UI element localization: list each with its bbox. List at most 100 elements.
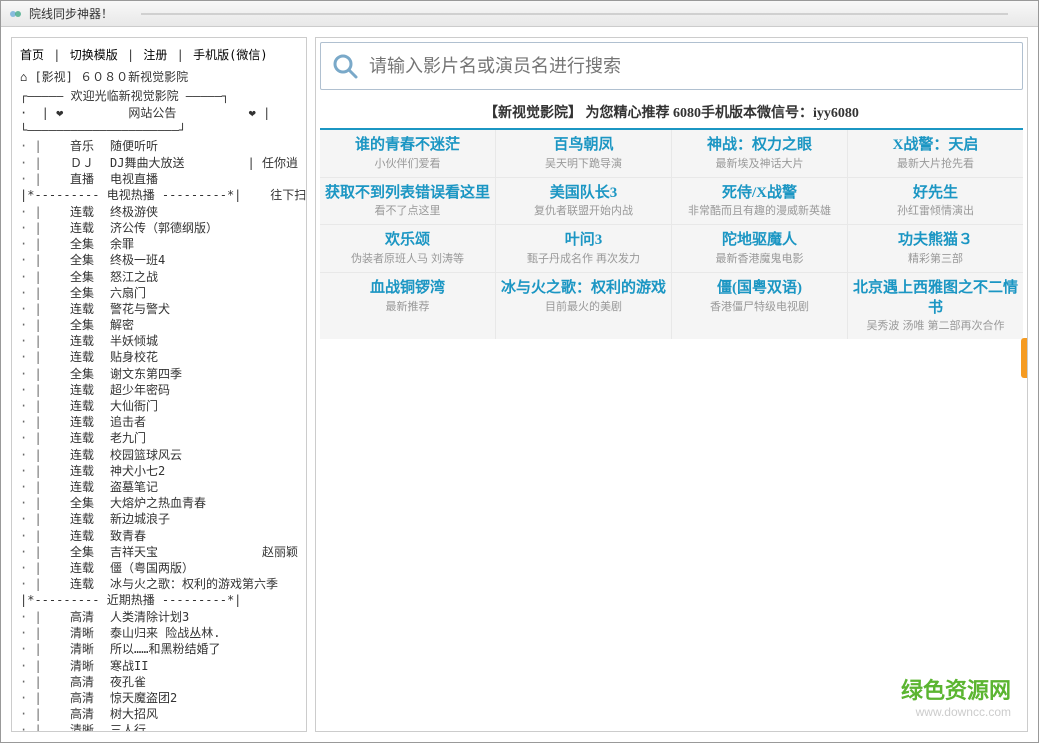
watermark-name: 绿色资源网: [901, 673, 1011, 705]
nav-home[interactable]: 首页: [20, 48, 44, 62]
tv-item-row[interactable]: · |连载 老九门: [20, 430, 298, 446]
recommend-cell[interactable]: 好先生孙红雷倾情演出: [848, 178, 1023, 225]
nav-row: 首页 | 切换模版 | 注册 | 手机版(微信): [20, 46, 298, 64]
tv-item-tag: 连载: [70, 204, 110, 220]
tv-item-tag: 连载: [70, 528, 110, 544]
tv-item-row[interactable]: · |连载 终极游侠: [20, 204, 298, 220]
recommend-cell[interactable]: 美国队长3复仇者联盟开始内战: [496, 178, 671, 225]
search-icon[interactable]: [331, 52, 359, 80]
recommend-cell[interactable]: X战警：天启最新大片抢先看: [848, 130, 1023, 177]
tv-item-row[interactable]: · |连载 半妖倾城: [20, 333, 298, 349]
tv-item-title: 新边城浪子: [110, 511, 298, 527]
quicklink-tag: 音乐: [70, 138, 110, 154]
recommend-cell[interactable]: 血战铜锣湾最新推荐: [320, 273, 495, 339]
nav-register[interactable]: 注册: [143, 48, 167, 62]
tv-item-row[interactable]: · |全集 吉祥天宝赵丽颖: [20, 544, 298, 560]
recommend-cell[interactable]: 叶问3甄子丹成名作 再次发力: [496, 225, 671, 272]
tv-item-row[interactable]: · |全集 解密: [20, 317, 298, 333]
tv-item-title: 解密: [110, 317, 298, 333]
recommend-cell[interactable]: 陀地驱魔人最新香港魔鬼电影: [672, 225, 847, 272]
quicklink-row[interactable]: · |音乐 随便听听: [20, 138, 298, 154]
app-window: 院线同步神器！ 首页 | 切换模版 | 注册 | 手机版(微信) ⌂ [影视] …: [0, 0, 1039, 743]
recent-item-row[interactable]: · |高清 惊天魔盗团2: [20, 690, 298, 706]
tv-item-row[interactable]: · |连载 贴身校花: [20, 349, 298, 365]
recent-item-row[interactable]: · |高清 夜孔雀: [20, 674, 298, 690]
tv-item-row[interactable]: · |连载 警花与警犬: [20, 301, 298, 317]
recommend-title: 陀地驱魔人: [676, 231, 843, 251]
tv-item-title: 怒江之战: [110, 269, 298, 285]
tv-item-tag: 全集: [70, 252, 110, 268]
tv-item-title: 吉祥天宝: [110, 544, 262, 560]
recommend-grid: 谁的青春不迷茫小伙伴们爱看百鸟朝凤吴天明下跪导演神战：权力之眼最新埃及神话大片X…: [320, 130, 1023, 339]
quicklink-title: DJ舞曲大放送: [110, 155, 248, 171]
tv-item-row[interactable]: · |连载 济公传（郭德纲版）: [20, 220, 298, 236]
ascii-header-line: └—————————————————————┘: [20, 122, 298, 139]
tv-item-row[interactable]: · |连载 致青春: [20, 528, 298, 544]
tv-item-row[interactable]: · |连载 追击者: [20, 414, 298, 430]
tv-item-row[interactable]: · |连载 盗墓笔记: [20, 479, 298, 495]
tv-item-title: 盗墓笔记: [110, 479, 298, 495]
tv-item-tag: 连载: [70, 463, 110, 479]
recent-item-row[interactable]: · |清晰 三人行: [20, 722, 298, 732]
sidebar: 首页 | 切换模版 | 注册 | 手机版(微信) ⌂ [影视] ６０８０新视觉影…: [11, 37, 307, 732]
tv-item-row[interactable]: · |连载 冰与火之歌：权利的游戏第六季: [20, 576, 298, 592]
tv-item-row[interactable]: · |连载 超少年密码: [20, 382, 298, 398]
recommend-cell[interactable]: 欢乐颂伪装者原班人马 刘涛等: [320, 225, 495, 272]
tv-item-row[interactable]: · |连载 僵（粤国两版）: [20, 560, 298, 576]
tv-item-row[interactable]: · |全集 终极一班4: [20, 252, 298, 268]
tv-item-title: 余罪: [110, 236, 298, 252]
tv-item-row[interactable]: · |连载 校园篮球风云: [20, 447, 298, 463]
recent-item-tag: 高清: [70, 674, 110, 690]
tv-item-row[interactable]: · |全集 怒江之战: [20, 269, 298, 285]
recent-item-row[interactable]: · |高清 树大招风: [20, 706, 298, 722]
recommend-cell[interactable]: 百鸟朝凤吴天明下跪导演: [496, 130, 671, 177]
quicklink-tag: ＤＪ: [70, 155, 110, 171]
tv-item-row[interactable]: · |全集 谢文东第四季: [20, 366, 298, 382]
recommend-subtitle: 最新推荐: [324, 301, 491, 314]
recent-item-row[interactable]: · |高清 人类清除计划3: [20, 609, 298, 625]
side-tab[interactable]: [1021, 338, 1027, 378]
recommend-subtitle: 目前最火的美剧: [500, 301, 667, 314]
nav-switch[interactable]: 切换模版: [70, 48, 118, 62]
recommend-cell[interactable]: 功夫熊猫３精彩第三部: [848, 225, 1023, 272]
tv-item-row[interactable]: · |全集 余罪: [20, 236, 298, 252]
quicklink-row[interactable]: · |ＤＪ DJ舞曲大放送| 任你逍: [20, 155, 298, 171]
recent-item-row[interactable]: · |清晰 寒战II: [20, 658, 298, 674]
recommend-banner: 【新视觉影院】 为您精心推荐 6080手机版本微信号：iyy6080: [320, 94, 1023, 130]
tv-item-row[interactable]: · |连载 神犬小七2: [20, 463, 298, 479]
quicklink-row[interactable]: · |直播 电视直播: [20, 171, 298, 187]
recommend-cell[interactable]: 冰与火之歌：权利的游戏目前最火的美剧: [496, 273, 671, 339]
recommend-title: 美国队长3: [500, 184, 667, 204]
recent-item-row[interactable]: · |清晰 泰山归来 险战丛林.: [20, 625, 298, 641]
recommend-cell[interactable]: 北京遇上西雅图之不二情书吴秀波 汤唯 第二部再次合作: [848, 273, 1023, 339]
recommend-title: 死侍/X战警: [676, 184, 843, 204]
recommend-cell[interactable]: 谁的青春不迷茫小伙伴们爱看: [320, 130, 495, 177]
recommend-title: X战警：天启: [852, 136, 1019, 156]
tv-item-title: 济公传（郭德纲版）: [110, 220, 298, 236]
recent-item-tag: 高清: [70, 690, 110, 706]
recommend-title: 神战：权力之眼: [676, 136, 843, 156]
tv-item-row[interactable]: · |连载 大仙衙门: [20, 398, 298, 414]
recent-item-tag: 清晰: [70, 722, 110, 732]
tv-item-row[interactable]: · |全集 六扇门: [20, 285, 298, 301]
watermark-url: www.downcc.com: [901, 705, 1011, 719]
search-bar: [320, 42, 1023, 90]
tv-item-row[interactable]: · |全集 大熔炉之热血青春: [20, 495, 298, 511]
section-tv-header: |*--------- 电视热播 ---------*| 往下扫: [20, 187, 298, 204]
recommend-cell[interactable]: 获取不到列表错误看这里看不了点这里: [320, 178, 495, 225]
tv-item-tag: 连载: [70, 414, 110, 430]
recent-item-row[interactable]: · |清晰 所以……和黑粉结婚了: [20, 641, 298, 657]
recent-item-tag: 清晰: [70, 625, 110, 641]
recent-item-tag: 清晰: [70, 641, 110, 657]
tv-item-tag: 连载: [70, 333, 110, 349]
tv-item-title: 半妖倾城: [110, 333, 298, 349]
nav-mobile[interactable]: 手机版(微信): [193, 48, 267, 62]
recommend-cell[interactable]: 神战：权力之眼最新埃及神话大片: [672, 130, 847, 177]
window-title: 院线同步神器！: [29, 5, 113, 22]
tv-item-row[interactable]: · |连载 新边城浪子: [20, 511, 298, 527]
recommend-cell[interactable]: 僵(国粤双语)香港僵尸特级电视剧: [672, 273, 847, 339]
app-icon: [9, 7, 23, 21]
recommend-cell[interactable]: 死侍/X战警非常酷而且有趣的漫威新英雄: [672, 178, 847, 225]
recent-item-title: 夜孔雀: [110, 674, 298, 690]
search-input[interactable]: [369, 56, 1012, 77]
